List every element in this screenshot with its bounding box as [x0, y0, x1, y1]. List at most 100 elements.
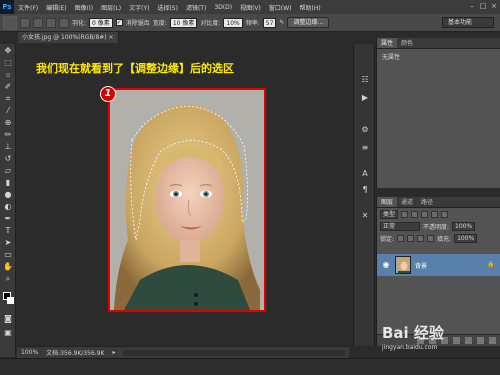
menu-filter[interactable]: 滤镜(T) — [182, 3, 210, 12]
zoom-level[interactable]: 100% — [21, 349, 38, 356]
menu-image[interactable]: 图像(I) — [71, 3, 97, 12]
lock-icon: 🔒 — [487, 261, 495, 268]
step-number-badge: 1 — [100, 86, 116, 102]
feather-label: 羽化: — [72, 20, 87, 27]
fill-input[interactable]: 100% — [454, 233, 478, 243]
menu-help[interactable]: 帮助(H) — [296, 3, 325, 12]
minimize-icon[interactable]: – — [468, 2, 476, 10]
brush-tool-icon[interactable]: ✏ — [3, 130, 13, 140]
layer-name: 背景 — [415, 262, 428, 270]
layer-kind-select[interactable]: 类型 — [380, 209, 399, 219]
document-image[interactable] — [108, 88, 266, 312]
document-size-info[interactable]: 文档:356.9K/356.9K — [46, 348, 104, 357]
tab-properties[interactable]: 属性 — [377, 38, 398, 48]
zoom-tool-icon[interactable]: ⌕ — [3, 274, 13, 284]
path-select-tool-icon[interactable]: ➤ — [3, 238, 13, 248]
menu-view[interactable]: 视图(V) — [236, 3, 265, 12]
eraser-tool-icon[interactable]: ▱ — [3, 166, 13, 176]
contrast-input[interactable]: 10% — [223, 17, 243, 28]
tab-color[interactable]: 颜色 — [397, 38, 417, 48]
refine-edge-button[interactable]: 调整边缘... — [287, 17, 330, 28]
intersect-selection-button[interactable] — [59, 17, 69, 28]
workspace-select[interactable]: 基本功能 — [442, 17, 494, 28]
lock-all-icon[interactable] — [427, 234, 435, 242]
gradient-tool-icon[interactable]: ▮ — [3, 178, 13, 188]
filter-type-icon[interactable] — [421, 210, 429, 218]
menu-type[interactable]: 文字(Y) — [125, 3, 153, 12]
tab-paths[interactable]: 路径 — [417, 197, 437, 207]
quick-select-tool-icon[interactable]: ✐ — [3, 82, 13, 92]
menu-3d[interactable]: 3D(D) — [210, 4, 236, 11]
layer-thumbnail-image — [396, 257, 410, 273]
tools-presets-icon[interactable]: ✕ — [359, 210, 371, 222]
screen-mode-icon[interactable]: ▣ — [3, 328, 13, 338]
filter-shape-icon[interactable] — [431, 210, 439, 218]
contrast-label: 对比度: — [200, 20, 221, 27]
move-tool-icon[interactable]: ✥ — [3, 46, 13, 56]
character-panel-icon[interactable]: A — [359, 168, 371, 180]
lock-transparency-icon[interactable] — [397, 234, 405, 242]
actions-panel-icon[interactable]: ▶ — [359, 92, 371, 104]
horizontal-scrollbar[interactable] — [123, 349, 345, 356]
lasso-tool-icon[interactable]: ဝ — [3, 70, 13, 80]
status-menu-arrow-icon[interactable]: ▸ — [112, 349, 115, 356]
tool-preset-picker[interactable] — [3, 15, 17, 30]
filter-adjust-icon[interactable] — [411, 210, 419, 218]
document-tab[interactable]: 小女孩.jpg @ 100%(RGB/8#) × — [18, 32, 119, 43]
opacity-input[interactable]: 100% — [452, 221, 476, 231]
blur-tool-icon[interactable]: ● — [3, 190, 13, 200]
frequency-input[interactable]: 57 — [262, 17, 277, 28]
subtract-selection-button[interactable] — [46, 17, 56, 28]
photoshop-logo-icon: Ps — [0, 0, 14, 14]
blend-mode-select[interactable]: 正常 — [380, 221, 420, 231]
fill-label: 填充: — [437, 235, 452, 243]
new-selection-button[interactable] — [20, 17, 30, 28]
brush-panel-icon[interactable]: ≡ — [359, 142, 371, 154]
clone-stamp-tool-icon[interactable]: ⊥ — [3, 142, 13, 152]
tab-channels[interactable]: 通道 — [397, 197, 417, 207]
adjustments-panel-icon[interactable]: ⚙ — [359, 124, 371, 136]
properties-empty-text: 无属性 — [382, 54, 401, 61]
type-tool-icon[interactable]: T — [3, 226, 13, 236]
quick-mask-icon[interactable]: ◙ — [3, 314, 13, 324]
menu-select[interactable]: 选择(S) — [153, 3, 182, 12]
frequency-label: 频率: — [245, 20, 260, 27]
menu-layer[interactable]: 图层(L) — [97, 3, 125, 12]
eye-icon[interactable]: ◉ — [381, 260, 391, 270]
marquee-tool-icon[interactable]: ⬚ — [3, 58, 13, 68]
healing-brush-tool-icon[interactable]: ⊕ — [3, 118, 13, 128]
menu-file[interactable]: 文件(F) — [14, 3, 42, 12]
filter-smart-icon[interactable] — [441, 210, 449, 218]
add-selection-button[interactable] — [33, 17, 43, 28]
pen-tool-icon[interactable]: ✒ — [3, 214, 13, 224]
hand-tool-icon[interactable]: ✋ — [3, 262, 13, 272]
blend-opacity-row: 正常 不透明度: 100% — [377, 220, 500, 232]
pen-pressure-icon[interactable]: ✎ — [279, 19, 284, 26]
lock-pixels-icon[interactable] — [407, 234, 415, 242]
paragraph-panel-icon[interactable]: ¶ — [359, 184, 371, 196]
width-input[interactable]: 10 像素 — [169, 17, 198, 28]
opacity-label: 不透明度: — [423, 223, 450, 231]
filter-pixel-icon[interactable] — [401, 210, 409, 218]
menu-bar: Ps 文件(F) 编辑(E) 图像(I) 图层(L) 文字(Y) 选择(S) 滤… — [0, 0, 500, 14]
shape-tool-icon[interactable]: ▭ — [3, 250, 13, 260]
crop-tool-icon[interactable]: ⌗ — [3, 94, 13, 104]
menu-window[interactable]: 窗口(W) — [265, 3, 296, 12]
antialias-checkbox[interactable]: ✓ — [115, 19, 123, 26]
baidu-jingyan-watermark: Bai 经验 jingyan.baidu.com — [382, 322, 498, 372]
history-brush-tool-icon[interactable]: ↺ — [3, 154, 13, 164]
menu-edit[interactable]: 编辑(E) — [42, 3, 70, 12]
layer-background[interactable]: ◉ 背景 🔒 — [377, 254, 500, 276]
background-color-swatch[interactable] — [7, 297, 14, 304]
eyedropper-tool-icon[interactable]: ⁄ — [3, 106, 13, 116]
close-icon[interactable]: × — [490, 2, 498, 10]
dodge-tool-icon[interactable]: ◐ — [3, 202, 13, 212]
lock-label: 锁定: — [380, 235, 395, 243]
properties-tabs: 属性 颜色 — [377, 38, 500, 49]
tab-layers[interactable]: 图层 — [377, 197, 398, 207]
lock-fill-row: 锁定: 填充: 100% — [377, 232, 500, 244]
feather-input[interactable]: 0 像素 — [89, 17, 113, 28]
maximize-icon[interactable]: □ — [479, 2, 487, 10]
lock-position-icon[interactable] — [417, 234, 425, 242]
history-panel-icon[interactable]: ☷ — [359, 74, 371, 86]
